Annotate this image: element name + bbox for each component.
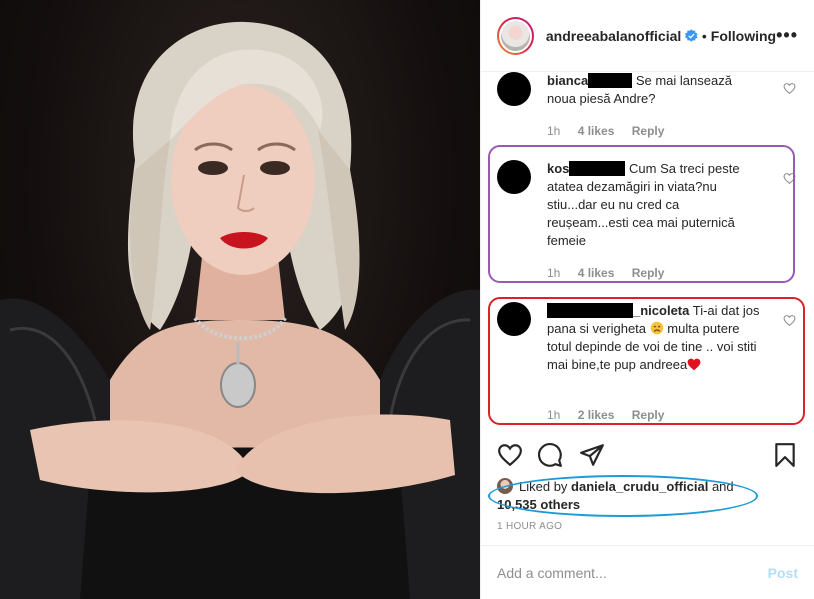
more-icon[interactable]: ••• xyxy=(776,25,798,46)
highlight-outline-purple xyxy=(488,145,795,283)
add-comment-input[interactable] xyxy=(497,564,768,581)
redaction-bar xyxy=(588,73,633,88)
post-details-panel: andreeabalanofficial • Following ••• bia… xyxy=(480,0,814,599)
portrait-image xyxy=(0,21,480,599)
reply-button[interactable]: Reply xyxy=(632,124,665,138)
comment-item: bianca Se mai lansează noua piesă Andre?… xyxy=(497,72,800,152)
comment-like-icon[interactable] xyxy=(783,82,796,95)
profile-username[interactable]: andreeabalanofficial xyxy=(546,28,681,44)
post-timestamp[interactable]: 1 HOUR AGO xyxy=(497,521,562,532)
heart-icon[interactable] xyxy=(497,442,523,468)
comment-likes[interactable]: 4 likes xyxy=(578,124,615,138)
action-bar xyxy=(497,442,798,470)
following-button[interactable]: Following xyxy=(711,28,776,44)
avatar-image xyxy=(499,18,532,53)
comment-username[interactable]: bianca xyxy=(547,73,588,88)
post-photo[interactable] xyxy=(0,0,480,599)
verified-icon xyxy=(685,29,698,42)
highlight-outline-blue xyxy=(488,475,758,517)
comment-meta: 1h 4 likes Reply xyxy=(547,124,678,138)
comment-time: 1h xyxy=(547,124,561,138)
comment-avatar[interactable] xyxy=(497,72,531,106)
profile-avatar[interactable] xyxy=(497,16,534,55)
add-comment-bar: Post xyxy=(481,545,814,599)
comment-icon[interactable] xyxy=(537,442,563,468)
share-icon[interactable] xyxy=(579,442,605,468)
comment-body: bianca Se mai lansează noua piesă Andre? xyxy=(547,72,764,108)
bookmark-icon[interactable] xyxy=(772,442,798,468)
highlight-outline-red xyxy=(488,297,805,425)
separator-dot: • xyxy=(701,27,707,44)
post-button[interactable]: Post xyxy=(768,565,798,581)
